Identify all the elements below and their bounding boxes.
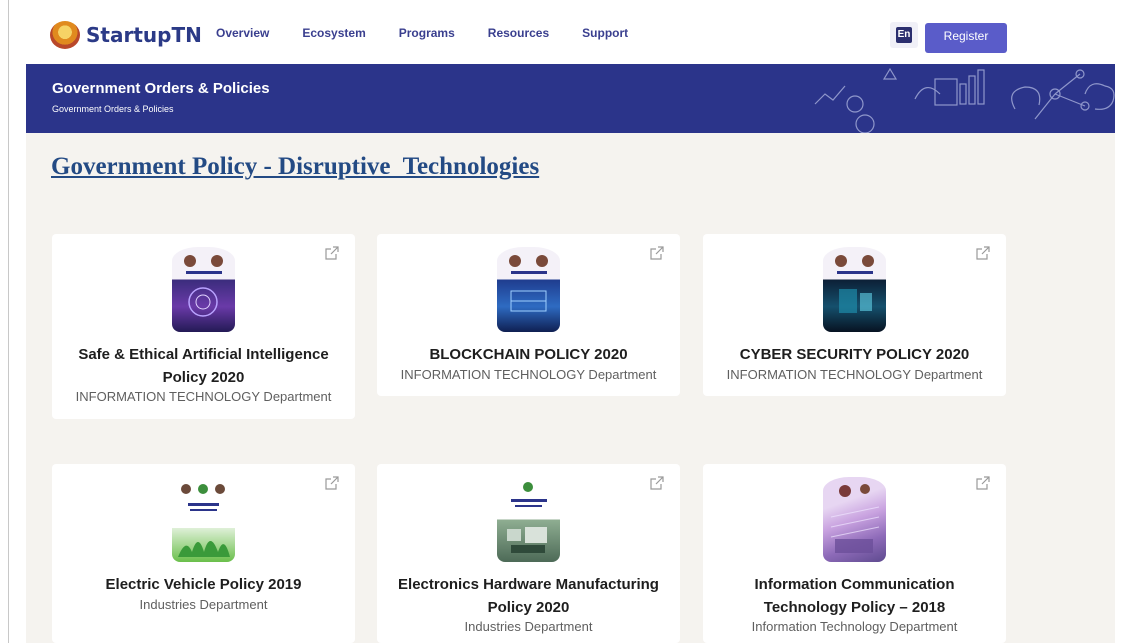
register-button[interactable]: Register (925, 23, 1007, 53)
policy-cover-image (172, 247, 235, 332)
policy-title[interactable]: BLOCKCHAIN POLICY 2020 (377, 343, 680, 366)
policy-cover-image (823, 247, 886, 332)
nav-programs[interactable]: Programs (399, 26, 455, 40)
policy-title[interactable]: Information Communication Technology Pol… (703, 573, 1006, 619)
policy-card[interactable]: BLOCKCHAIN POLICY 2020 INFORMATION TECHN… (377, 234, 680, 396)
policy-card[interactable]: Electronics Hardware Manufacturing Polic… (377, 464, 680, 643)
policy-card[interactable]: CYBER SECURITY POLICY 2020 INFORMATION T… (703, 234, 1006, 396)
nav-links: Overview Ecosystem Programs Resources Su… (216, 26, 661, 40)
nav-ecosystem[interactable]: Ecosystem (302, 26, 365, 40)
policy-title[interactable]: CYBER SECURITY POLICY 2020 (703, 343, 1006, 366)
policy-cover-image (497, 247, 560, 332)
external-link-icon[interactable] (650, 476, 664, 490)
logo[interactable]: StartupTN (50, 20, 202, 50)
main-content: Government Policy - Disruptive Technolog… (26, 133, 1115, 643)
banner-title: Government Orders & Policies (52, 80, 270, 97)
policy-card[interactable]: Electric Vehicle Policy 2019 Industries … (52, 464, 355, 643)
external-link-icon[interactable] (650, 246, 664, 260)
language-label: En (896, 27, 912, 43)
policy-cover-image (823, 477, 886, 562)
policy-title[interactable]: Safe & Ethical Artificial Intelligence P… (52, 343, 355, 389)
policy-cover-image (497, 477, 560, 562)
policy-department: Industries Department (139, 597, 268, 612)
policy-department: Information Technology Department (751, 619, 958, 634)
policy-department: INFORMATION TECHNOLOGY Department (400, 367, 657, 382)
policy-title[interactable]: Electric Vehicle Policy 2019 (52, 573, 355, 596)
breadcrumb: Government Orders & Policies (52, 104, 174, 114)
external-link-icon[interactable] (976, 476, 990, 490)
banner-decoration-icon (814, 67, 1115, 133)
logo-text: StartupTN (86, 23, 202, 47)
external-link-icon[interactable] (325, 246, 339, 260)
nav-resources[interactable]: Resources (488, 26, 549, 40)
nav-support[interactable]: Support (582, 26, 628, 40)
page-banner: Government Orders & Policies Government … (26, 64, 1115, 133)
page-title[interactable]: Government Policy - Disruptive Technolog… (51, 153, 539, 181)
policy-card[interactable]: Safe & Ethical Artificial Intelligence P… (52, 234, 355, 419)
external-link-icon[interactable] (325, 476, 339, 490)
top-navigation: StartupTN Overview Ecosystem Programs Re… (26, 10, 1115, 62)
policy-department: INFORMATION TECHNOLOGY Department (75, 389, 332, 404)
policy-department: Industries Department (464, 619, 593, 634)
language-selector[interactable]: En (890, 22, 918, 48)
external-link-icon[interactable] (976, 246, 990, 260)
emblem-icon (50, 21, 80, 49)
policy-department: INFORMATION TECHNOLOGY Department (726, 367, 983, 382)
policy-cover-image (172, 477, 235, 562)
policy-card[interactable]: Information Communication Technology Pol… (703, 464, 1006, 643)
policy-title[interactable]: Electronics Hardware Manufacturing Polic… (377, 573, 680, 619)
nav-overview[interactable]: Overview (216, 26, 269, 40)
